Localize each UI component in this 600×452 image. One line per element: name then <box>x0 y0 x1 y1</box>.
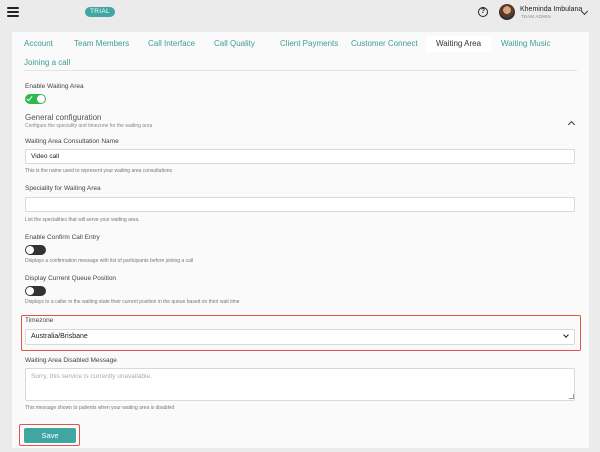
tab-call-interface[interactable]: Call Interface <box>148 36 195 52</box>
queue-position-toggle[interactable] <box>25 286 46 296</box>
chevron-up-icon[interactable] <box>567 120 576 129</box>
disabled-message-label: Waiting Area Disabled Message <box>25 357 117 364</box>
disabled-message-help: This message shown to patients when your… <box>25 405 175 411</box>
avatar[interactable] <box>499 4 515 20</box>
toggle-knob <box>26 287 34 295</box>
consultation-name-input[interactable] <box>25 149 575 164</box>
chevron-down-icon[interactable] <box>580 7 589 16</box>
user-role: TEAM ADMIN <box>521 14 552 19</box>
user-name[interactable]: Kheminda Imbulana <box>520 6 582 13</box>
resize-handle-icon[interactable] <box>569 394 574 399</box>
confirm-call-entry-toggle[interactable] <box>25 245 46 255</box>
confirm-call-entry-help: Displays a confirmation message with lis… <box>25 258 194 264</box>
tab-call-quality[interactable]: Call Quality <box>214 36 255 52</box>
timezone-select[interactable]: Australia/Brisbane <box>25 329 575 345</box>
tab-waiting-music[interactable]: Waiting Music <box>501 36 551 52</box>
speciality-help: List the specialities that will serve yo… <box>25 217 140 223</box>
save-button[interactable]: Save <box>24 428 76 443</box>
consultation-name-help: This is the name used to represent your … <box>25 168 173 174</box>
queue-position-help: Displays to a caller in the waiting stat… <box>25 299 240 305</box>
check-icon <box>26 94 33 102</box>
queue-position-label: Display Current Queue Position <box>25 275 117 282</box>
tab-customer-connect[interactable]: Customer Connect <box>351 36 418 52</box>
tab-team-members[interactable]: Team Members <box>74 36 129 52</box>
tab-client-payments[interactable]: Client Payments <box>280 36 338 52</box>
timezone-label: Timezone <box>25 317 54 324</box>
settings-tabs: Account Team Members Call Interface Call… <box>12 32 589 70</box>
consultation-name-label: Waiting Area Consultation Name <box>25 138 119 145</box>
toggle-knob <box>26 246 34 254</box>
disabled-message-textarea[interactable] <box>25 368 575 401</box>
toggle-knob <box>37 95 45 103</box>
top-bar: TRIAL ? Kheminda Imbulana TEAM ADMIN <box>0 0 600 26</box>
tab-joining-a-call[interactable]: Joining a call <box>24 55 70 71</box>
menu-icon[interactable] <box>7 7 19 17</box>
tab-divider <box>24 70 577 71</box>
tab-account[interactable]: Account <box>24 36 53 52</box>
chevron-down-icon <box>563 332 569 338</box>
help-icon[interactable]: ? <box>478 7 488 17</box>
timezone-value: Australia/Brisbane <box>31 333 88 340</box>
speciality-label: Speciality for Waiting Area <box>25 185 101 192</box>
speciality-input[interactable] <box>25 197 575 212</box>
confirm-call-entry-label: Enable Confirm Call Entry <box>25 234 100 241</box>
enable-waiting-area-toggle[interactable] <box>25 94 46 104</box>
settings-card: Account Team Members Call Interface Call… <box>12 32 589 448</box>
trial-badge: TRIAL <box>85 7 115 17</box>
general-configuration-title: General configuration <box>25 113 102 122</box>
enable-waiting-area-label: Enable Waiting Area <box>25 83 84 90</box>
general-configuration-subtitle: Configure the speciality and timezone fo… <box>25 123 153 129</box>
tab-waiting-area[interactable]: Waiting Area <box>426 36 492 52</box>
